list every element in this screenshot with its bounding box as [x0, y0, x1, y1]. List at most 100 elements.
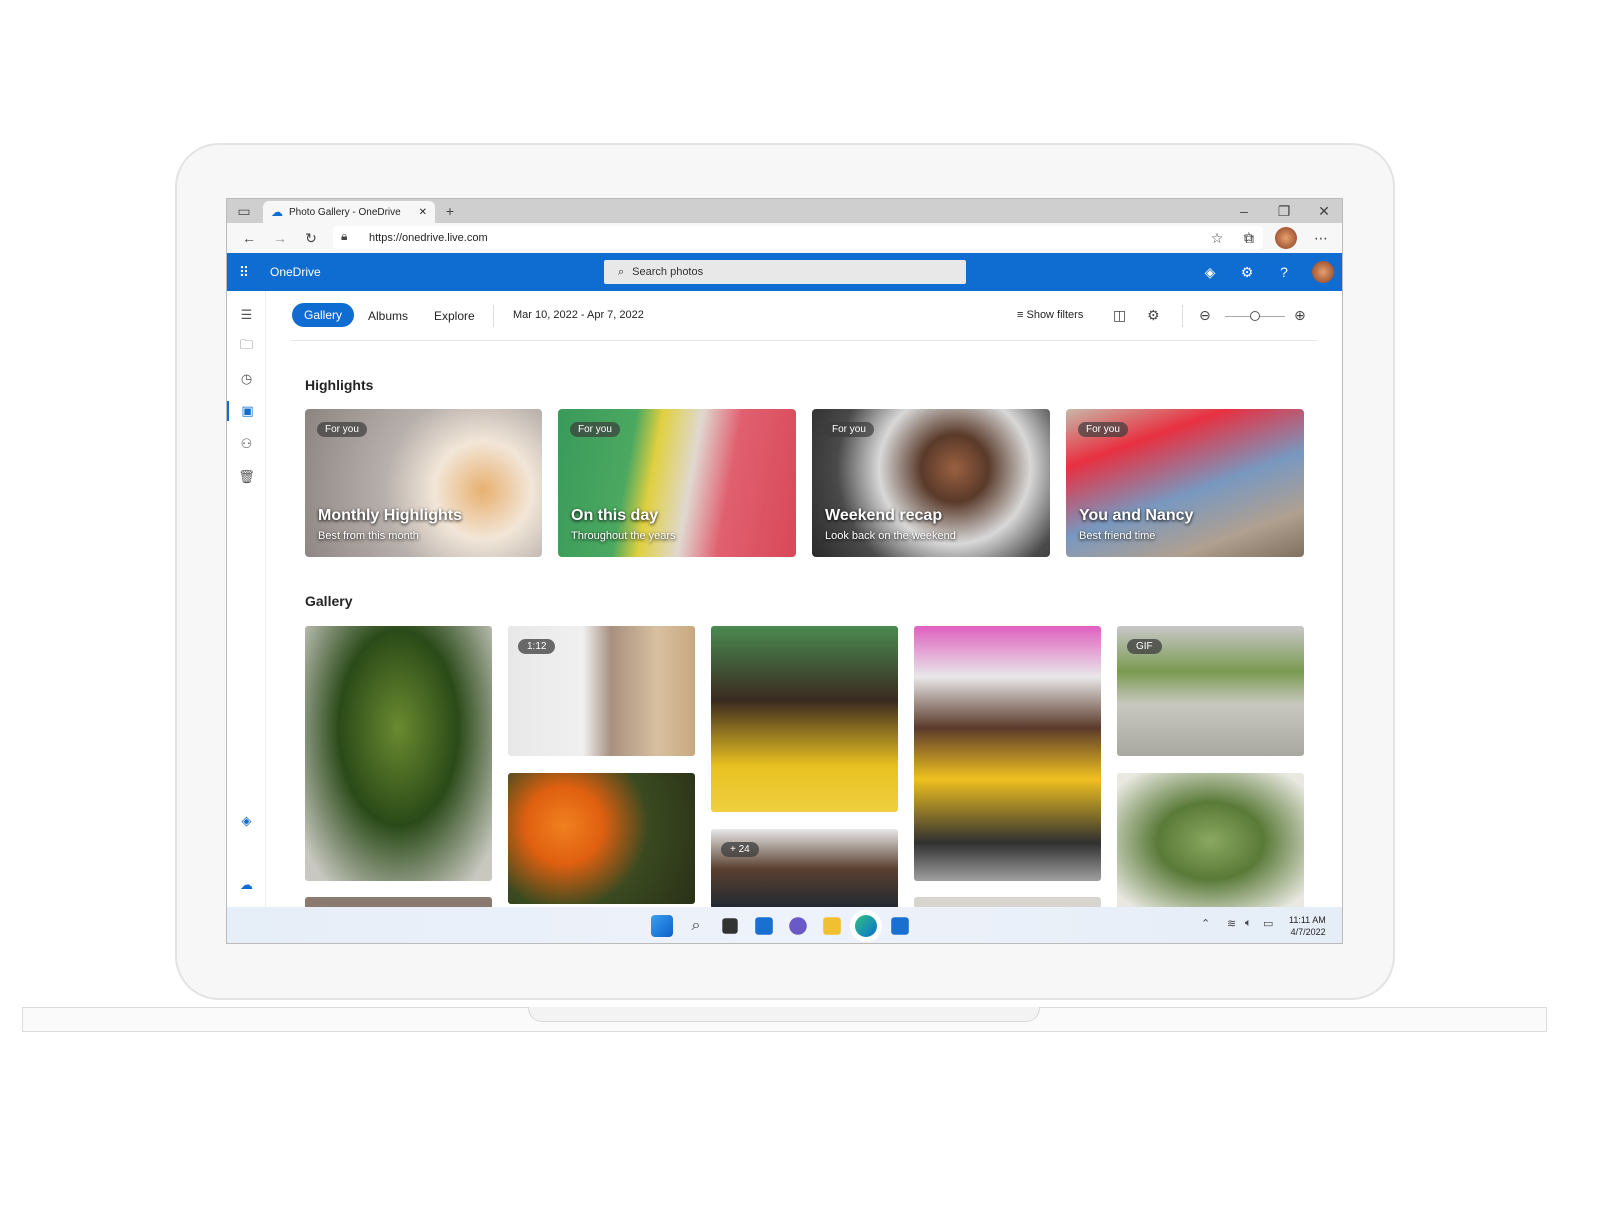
photo-plant-2[interactable]	[1117, 773, 1304, 909]
collections-icon[interactable]: ⧉	[1239, 228, 1259, 248]
photo-laughing-woman[interactable]: + 24	[711, 829, 898, 909]
menu-icon[interactable]: ☰	[227, 305, 266, 325]
tab-bar: ▭ ☁ Photo Gallery - OneDrive ✕ + – ❐ ✕	[227, 199, 1342, 223]
close-window-icon[interactable]: ✕	[1315, 202, 1333, 220]
tab-albums[interactable]: Albums	[368, 309, 408, 323]
zoom-out-icon[interactable]: ⊖	[1199, 307, 1211, 324]
premium-diamond-icon[interactable]: ◈	[1201, 263, 1219, 281]
new-tab-icon[interactable]: +	[441, 202, 459, 220]
widgets-icon[interactable]	[755, 917, 773, 935]
edge-icon[interactable]	[855, 915, 877, 937]
restore-icon[interactable]: ❐	[1275, 202, 1293, 220]
divider	[493, 305, 494, 327]
tab-actions-icon[interactable]: ▭	[235, 203, 253, 219]
card-subtitle: Look back on the weekend	[825, 530, 956, 542]
card-subtitle: Best friend time	[1079, 530, 1156, 542]
search-icon: ⌕	[618, 265, 625, 278]
onedrive-header: ⠿ OneDrive ⌕ Search photos ◈ ⚙ ?	[227, 253, 1342, 291]
photo-father-child[interactable]	[711, 626, 898, 812]
screen: ▭ ☁ Photo Gallery - OneDrive ✕ + – ❐ ✕ ←…	[226, 198, 1343, 944]
url-field[interactable]: 🔒︎ https://onedrive.live.com ☆	[333, 226, 1263, 249]
card-title: On this day	[571, 507, 659, 524]
wifi-icon[interactable]: ≋	[1227, 917, 1236, 930]
minimize-icon[interactable]: –	[1235, 202, 1253, 220]
task-view-icon[interactable]	[722, 918, 738, 934]
forward-icon[interactable]: →	[270, 228, 290, 248]
clock[interactable]: 11:11 AM 4/7/2022	[1289, 914, 1326, 938]
address-bar-row: ← → ↻ 🔒︎ https://onedrive.live.com ☆ ☆ ⧉…	[227, 223, 1342, 253]
card-title: Weekend recap	[825, 507, 943, 524]
app-launcher-icon[interactable]: ⠿	[235, 263, 253, 281]
refresh-icon[interactable]: ↻	[301, 228, 321, 248]
photos-icon[interactable]: ▣	[227, 401, 266, 421]
highlights-heading: Highlights	[305, 377, 374, 393]
card-subtitle: Best from this month	[318, 530, 419, 542]
divider	[1182, 305, 1183, 327]
more-icon[interactable]: ⋯	[1311, 228, 1331, 248]
for-you-badge: For you	[1078, 422, 1128, 437]
app-name[interactable]: OneDrive	[270, 265, 321, 279]
taskbar: ⌕ ⌃ ≋ 🔈︎ ▭ 11:11 AM 4/7/2022	[227, 907, 1342, 943]
highlight-card-monthly[interactable]: For you Monthly Highlights Best from thi…	[305, 409, 542, 557]
search-input[interactable]: ⌕ Search photos	[604, 260, 966, 284]
recent-clock-icon[interactable]: ◷	[227, 369, 266, 389]
premium-icon[interactable]: ◈	[227, 811, 266, 831]
for-you-badge: For you	[824, 422, 874, 437]
toolbar-divider	[291, 340, 1317, 341]
close-tab-icon[interactable]: ✕	[419, 207, 435, 218]
browser-tab[interactable]: ☁ Photo Gallery - OneDrive ✕	[263, 201, 435, 223]
tab-explore[interactable]: Explore	[434, 309, 475, 323]
layout-icon[interactable]: ◫	[1113, 307, 1126, 324]
photo-father-lift[interactable]	[914, 626, 1101, 881]
onedrive-cloud-icon: ☁	[271, 205, 283, 219]
date-range[interactable]: Mar 10, 2022 - Apr 7, 2022	[513, 309, 644, 321]
start-icon[interactable]	[651, 915, 673, 937]
zoom-in-icon[interactable]: ⊕	[1294, 307, 1306, 324]
for-you-badge: For you	[317, 422, 367, 437]
search-placeholder: Search photos	[632, 266, 704, 278]
for-you-badge: For you	[570, 422, 620, 437]
photo-skater[interactable]: GIF	[1117, 626, 1304, 756]
zoom-slider-thumb[interactable]	[1250, 311, 1260, 321]
volume-icon[interactable]: 🔈︎	[1245, 917, 1252, 930]
shared-people-icon[interactable]: ⚇	[227, 434, 266, 454]
battery-icon[interactable]: ▭	[1263, 917, 1273, 930]
chevron-up-icon[interactable]: ⌃	[1201, 917, 1210, 930]
highlight-card-you-and-nancy[interactable]: For you You and Nancy Best friend time	[1066, 409, 1304, 557]
file-explorer-icon[interactable]	[823, 917, 841, 935]
url-text: https://onedrive.live.com	[369, 231, 488, 244]
show-filters-label: Show filters	[1026, 309, 1084, 321]
account-avatar[interactable]	[1312, 261, 1334, 283]
settings-icon[interactable]: ⚙	[1238, 263, 1256, 281]
photo-cat[interactable]: 1:12	[508, 626, 695, 756]
tab-title: Photo Gallery - OneDrive	[289, 206, 401, 218]
gif-badge: GIF	[1127, 639, 1162, 654]
photo-plant[interactable]	[305, 626, 492, 881]
highlight-card-weekend-recap[interactable]: For you Weekend recap Look back on the w…	[812, 409, 1050, 557]
left-nav: ☰ 🗀 ◷ ▣ ⚇ 🗑︎ ◈ ☁	[227, 291, 266, 907]
date: 4/7/2022	[1290, 927, 1326, 937]
time: 11:11 AM	[1289, 915, 1326, 925]
back-icon[interactable]: ←	[239, 228, 259, 248]
highlight-card-on-this-day[interactable]: For you On this day Throughout the years	[558, 409, 796, 557]
favorites-icon[interactable]: ☆	[1207, 228, 1227, 248]
tab-gallery[interactable]: Gallery	[292, 303, 355, 327]
storage-cloud-icon[interactable]: ☁	[227, 875, 266, 895]
store-icon[interactable]	[891, 917, 909, 935]
teams-chat-icon[interactable]	[789, 917, 807, 935]
recycle-bin-icon[interactable]: 🗑︎	[227, 467, 266, 487]
card-title: You and Nancy	[1079, 507, 1194, 524]
more-count-badge: + 24	[721, 842, 759, 857]
help-icon[interactable]: ?	[1275, 263, 1293, 281]
show-filters-button[interactable]: ≡ Show filters	[1017, 309, 1083, 321]
card-subtitle: Throughout the years	[571, 530, 676, 542]
video-duration-badge: 1:12	[518, 639, 556, 654]
photo-marigolds[interactable]	[508, 773, 695, 904]
gallery-heading: Gallery	[305, 593, 353, 609]
folder-icon[interactable]: 🗀	[227, 337, 266, 357]
view-settings-icon[interactable]: ⚙	[1147, 307, 1160, 324]
profile-avatar[interactable]	[1275, 227, 1297, 249]
lock-icon: 🔒︎	[341, 229, 348, 243]
laptop-notch	[528, 1007, 1040, 1022]
search-taskbar-icon[interactable]: ⌕	[685, 915, 707, 937]
